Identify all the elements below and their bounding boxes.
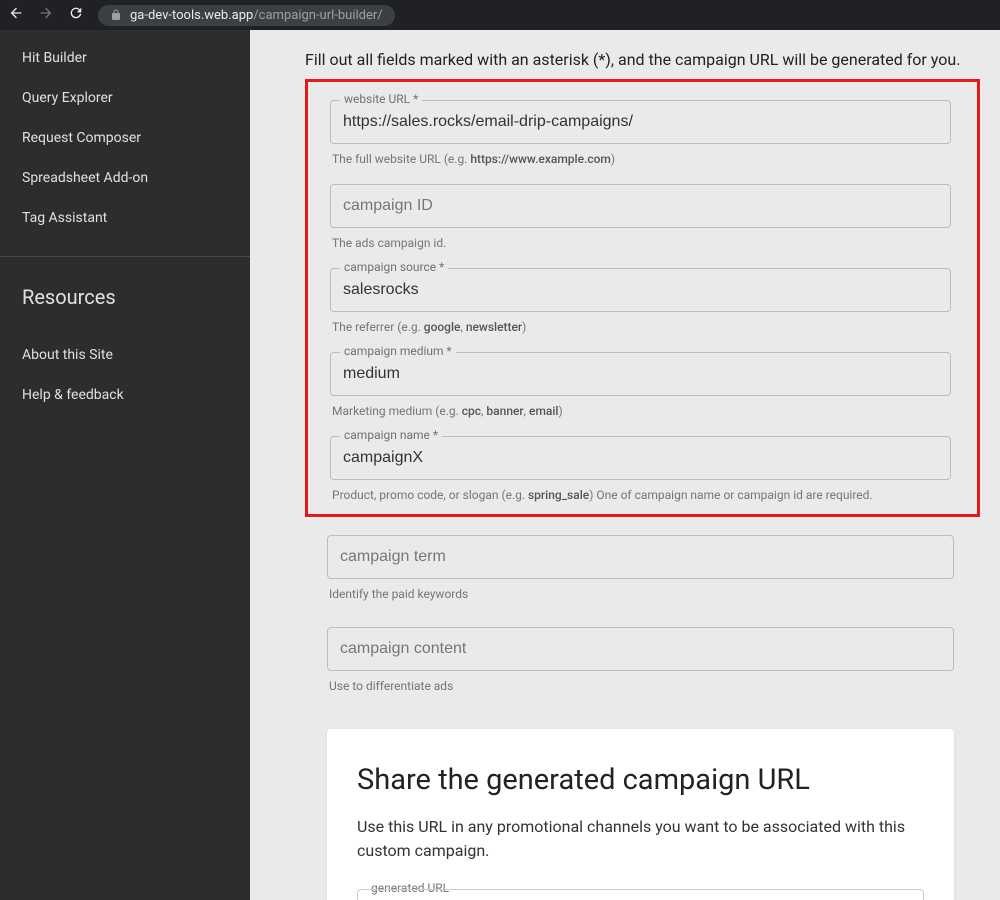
- sidebar-item-about-this-site[interactable]: About this Site: [0, 335, 250, 375]
- website-url-label: website URL *: [340, 92, 422, 106]
- campaign-medium-help: Marketing medium (e.g. cpc, banner, emai…: [332, 404, 951, 418]
- intro-text: Fill out all fields marked with an aster…: [305, 30, 980, 79]
- generated-url-output: https://sales.rocks/email-drip-campaigns…: [357, 889, 924, 900]
- address-bar[interactable]: ga-dev-tools.web.app/campaign-url-builde…: [98, 5, 395, 26]
- main-content: Fill out all fields marked with an aster…: [250, 30, 1000, 900]
- campaign-term-input[interactable]: [327, 535, 954, 579]
- share-title: Share the generated campaign URL: [357, 763, 924, 797]
- share-desc: Use this URL in any promotional channels…: [357, 815, 924, 863]
- back-icon[interactable]: [8, 5, 24, 25]
- sidebar-item-hit-builder[interactable]: Hit Builder: [0, 38, 250, 78]
- website-url-input[interactable]: [330, 100, 951, 144]
- highlighted-fields: website URL * The full website URL (e.g.…: [305, 79, 980, 517]
- campaign-source-input[interactable]: [330, 268, 951, 312]
- campaign-content-input[interactable]: [327, 627, 954, 671]
- share-card: Share the generated campaign URL Use thi…: [327, 729, 954, 900]
- url-text: ga-dev-tools.web.app/campaign-url-builde…: [130, 8, 383, 23]
- campaign-medium-input[interactable]: [330, 352, 951, 396]
- reload-icon[interactable]: [68, 5, 84, 25]
- campaign-name-help: Product, promo code, or slogan (e.g. spr…: [332, 488, 951, 502]
- campaign-source-label: campaign source *: [340, 260, 448, 274]
- forward-icon[interactable]: [38, 5, 54, 25]
- sidebar-item-request-composer[interactable]: Request Composer: [0, 118, 250, 158]
- campaign-medium-label: campaign medium *: [340, 344, 456, 358]
- website-url-help: The full website URL (e.g. https://www.e…: [332, 152, 951, 166]
- campaign-source-help: The referrer (e.g. google, newsletter): [332, 320, 951, 334]
- sidebar-item-help-feedback[interactable]: Help & feedback: [0, 375, 250, 415]
- campaign-term-help: Identify the paid keywords: [329, 587, 954, 601]
- sidebar-item-spreadsheet-add-on[interactable]: Spreadsheet Add-on: [0, 158, 250, 198]
- resources-heading: Resources: [0, 257, 250, 327]
- campaign-name-label: campaign name *: [340, 428, 442, 442]
- lock-icon: [110, 9, 122, 21]
- browser-bar: ga-dev-tools.web.app/campaign-url-builde…: [0, 0, 1000, 30]
- campaign-content-help: Use to differentiate ads: [329, 679, 954, 693]
- sidebar: Hit BuilderQuery ExplorerRequest Compose…: [0, 30, 250, 900]
- campaign-id-input[interactable]: [330, 184, 951, 228]
- sidebar-item-tag-assistant[interactable]: Tag Assistant: [0, 198, 250, 238]
- campaign-name-input[interactable]: [330, 436, 951, 480]
- campaign-id-help: The ads campaign id.: [332, 236, 951, 250]
- sidebar-item-query-explorer[interactable]: Query Explorer: [0, 78, 250, 118]
